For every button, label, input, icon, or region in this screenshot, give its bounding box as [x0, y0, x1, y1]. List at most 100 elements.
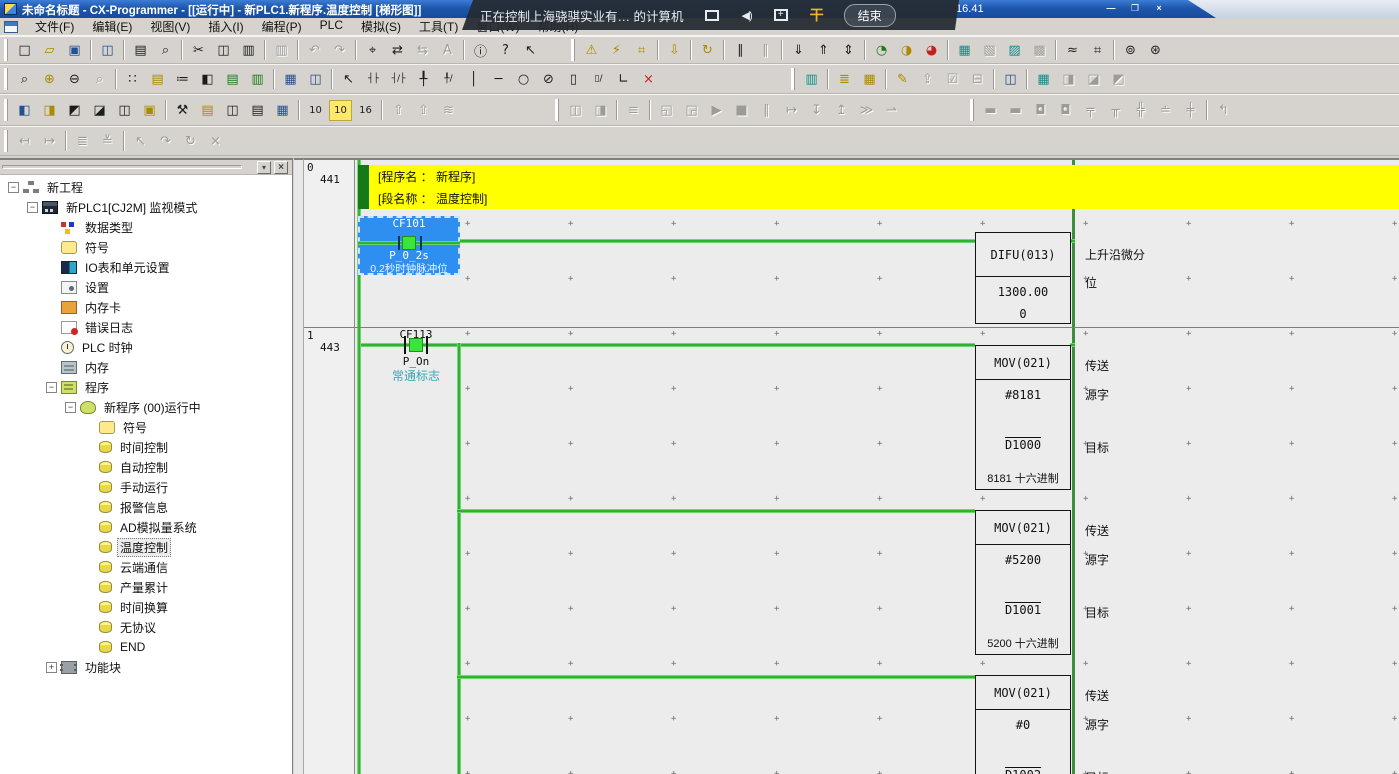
new-rung-button[interactable]: ∟	[612, 69, 635, 90]
contact-bar[interactable]	[404, 336, 406, 354]
program-mode-button[interactable]: ◔	[870, 40, 893, 61]
menu-tools[interactable]: 工具(T)	[410, 17, 467, 36]
tree-item-plc[interactable]: −新PLC1[CJ2M] 监视模式	[0, 197, 292, 217]
menu-file[interactable]: 文件(F)	[26, 17, 83, 36]
workspace-grip[interactable]	[2, 165, 242, 169]
workspace-close-button[interactable]: ×	[274, 161, 288, 174]
save-project-button[interactable]: ▣	[63, 40, 86, 61]
tree-item-section-alarm-info[interactable]: 报警信息	[0, 497, 292, 517]
new-coil-button[interactable]: ○	[512, 69, 535, 90]
context-help-button[interactable]: ↖	[519, 40, 542, 61]
comment-editor-button[interactable]: ▤	[196, 100, 219, 121]
menu-program[interactable]: 编程(P)	[253, 17, 311, 36]
show-symbol-names-button[interactable]: ≔	[171, 69, 194, 90]
find-button[interactable]: ⌖	[361, 40, 384, 61]
menu-simulation[interactable]: 模拟(S)	[352, 17, 410, 36]
rung-comment-header[interactable]: [程序名 ： 新程序] [段名称 ： 温度控制]	[358, 165, 1399, 209]
zoom-out-button[interactable]: ⊖	[63, 69, 86, 90]
tree-item-section-cloud-comm[interactable]: 云端通信	[0, 557, 292, 577]
workspace-dropdown-button[interactable]: ▾	[257, 161, 271, 174]
new-closed-or-contact-button[interactable]: ╀/	[437, 69, 460, 90]
end-session-button[interactable]: 结束	[844, 4, 896, 27]
tree-item-memory[interactable]: 内存	[0, 357, 292, 377]
tree-item-program-symbols[interactable]: 符号	[0, 417, 292, 437]
window-properties-button[interactable]: ▣	[138, 100, 161, 121]
new-vertical-line-button[interactable]: │	[462, 69, 485, 90]
time-chart-monitor-button[interactable]: ⌗	[1086, 40, 1109, 61]
compare-with-plc-button[interactable]: ⇕	[837, 40, 860, 61]
tree-item-section-production-count[interactable]: 产量累计	[0, 577, 292, 597]
monitor-hexadecimal-button[interactable]: 16	[354, 100, 377, 121]
menu-plc[interactable]: PLC	[311, 17, 352, 36]
force-on-button[interactable]: ⊚	[1119, 40, 1142, 61]
new-document-button[interactable]: □	[13, 40, 36, 61]
select-tool-button[interactable]: ↖	[337, 69, 360, 90]
remote-app-icon[interactable]: 干	[810, 5, 824, 25]
differential-monitor-button[interactable]: ▨	[1003, 40, 1026, 61]
pause-monitor-flag-button[interactable]: ∥	[729, 40, 752, 61]
tree-item-function-blocks[interactable]: +功能块	[0, 657, 292, 677]
monitor-signed-decimal-button[interactable]: 10	[329, 100, 352, 121]
toolbar-grip[interactable]	[970, 99, 974, 121]
symbol-comment-bar-button[interactable]: ▤	[221, 69, 244, 90]
toggle-cross-reference-window-button[interactable]: ◪	[88, 100, 111, 121]
toggle-watch-window-button[interactable]: ◩	[63, 100, 86, 121]
close-button[interactable]: ×	[1150, 2, 1168, 15]
panel-splitter[interactable]	[294, 158, 304, 774]
zoom-to-fit-button[interactable]: ⌕	[13, 69, 36, 90]
zoom-in-button[interactable]: ⊕	[38, 69, 61, 90]
toolbar-grip[interactable]	[4, 39, 8, 61]
rung-comment-button[interactable]: ▤	[146, 69, 169, 90]
tree-item-settings[interactable]: 设置	[0, 277, 292, 297]
tree-item-programs[interactable]: −程序	[0, 377, 292, 397]
tree-item-section-auto-control[interactable]: 自动控制	[0, 457, 292, 477]
online-edit-begin-button[interactable]: ✎	[891, 69, 914, 90]
contact-bar[interactable]	[426, 336, 428, 354]
contact-cf101[interactable]: CF101 P_0_2s 0.2秒时钟脉冲位	[358, 216, 460, 275]
open-project-button[interactable]: ▱	[38, 40, 61, 61]
fullscreen-icon[interactable]	[705, 10, 719, 21]
transfer-to-simulator-button[interactable]: ≣	[833, 69, 856, 90]
section-list-button[interactable]: ◫	[221, 100, 244, 121]
restore-button[interactable]: ❐	[1126, 2, 1144, 15]
collapse-icon[interactable]: −	[27, 202, 38, 213]
new-horizontal-line-button[interactable]: ─	[487, 69, 510, 90]
show-io-comments-button[interactable]: ◧	[196, 69, 219, 90]
tree-item-symbols[interactable]: 符号	[0, 237, 292, 257]
tree-item-data-types[interactable]: 数据类型	[0, 217, 292, 237]
tree-item-section-ad-analog[interactable]: AD模拟量系统	[0, 517, 292, 537]
download-to-plc-button[interactable]: ⇓	[787, 40, 810, 61]
toggle-project-workspace-button[interactable]: ◧	[13, 100, 36, 121]
find-address-button[interactable]: ⇄	[386, 40, 409, 61]
instruction-difu[interactable]: DIFU(013) 1300.00 0	[975, 232, 1071, 324]
toolbar-grip[interactable]	[4, 68, 8, 90]
instruction-mov-3[interactable]: MOV(021) #0 D1002	[975, 675, 1071, 774]
monitor-decimal-button[interactable]: 10	[304, 100, 327, 121]
help-topics-button[interactable]: ?	[494, 40, 517, 61]
force-off-button[interactable]: ⊛	[1144, 40, 1167, 61]
compile-all-programs-button[interactable]: ⚡	[605, 40, 628, 61]
toolbar-grip[interactable]	[4, 130, 8, 152]
find-report-button[interactable]: ⌗	[630, 40, 653, 61]
print-button[interactable]: ▤	[129, 40, 152, 61]
mnemonics-view-button[interactable]: ▦	[279, 69, 302, 90]
paste-button[interactable]: ▥	[237, 40, 260, 61]
new-contact-button[interactable]: ┤├	[362, 69, 385, 90]
toolbar-grip[interactable]	[571, 39, 575, 61]
transfer-check-button[interactable]: ⇩	[663, 40, 686, 61]
monitor-mode-button[interactable]: ▦	[953, 40, 976, 61]
page-setup-button[interactable]: ◫	[96, 40, 119, 61]
tree-item-plc-clock[interactable]: PLC 时钟	[0, 337, 292, 357]
toolbar-grip[interactable]	[791, 68, 795, 90]
new-closed-contact-button[interactable]: ┤/├	[387, 69, 410, 90]
toggle-address-reference-button[interactable]: ◫	[113, 100, 136, 121]
tree-item-section-temperature-control[interactable]: 温度控制	[0, 537, 292, 557]
tree-item-section-time-control[interactable]: 时间控制	[0, 437, 292, 457]
instruction-mov-2[interactable]: MOV(021) #5200 D1001 5200 十六进制	[975, 510, 1071, 655]
toggle-output-window-button[interactable]: ◨	[38, 100, 61, 121]
copy-button[interactable]: ◫	[212, 40, 235, 61]
volume-icon[interactable]: ◀)	[741, 9, 751, 22]
tree-item-section-time-convert[interactable]: 时间换算	[0, 597, 292, 617]
compile-program-button[interactable]: ⚠	[580, 40, 603, 61]
new-inverted-instruction-button[interactable]: ▯/	[587, 69, 610, 90]
